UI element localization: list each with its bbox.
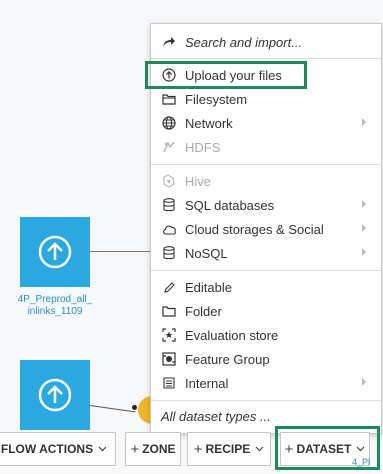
internal-icon <box>161 375 177 391</box>
menu-item-hdfs[interactable]: HDFS <box>151 135 381 159</box>
cloud-icon <box>161 221 177 237</box>
menu-item-hive[interactable]: Hive <box>151 169 381 193</box>
menu-item-nosql[interactable]: NoSQL <box>151 241 381 265</box>
menu-item-label: Search and import... <box>185 34 303 50</box>
dataset-node-label[interactable]: 4P_Preprod_all_ inlinks_1109 <box>10 294 100 318</box>
menu-item-label: HDFS <box>185 139 221 155</box>
chevron-down-icon <box>255 446 264 452</box>
chevron-right-icon <box>362 118 366 126</box>
hdfs-icon <box>161 139 177 155</box>
menu-item-evaluation-store[interactable]: Evaluation store <box>151 323 381 347</box>
menu-item-label: Hive <box>185 173 212 189</box>
menu-item-feature-group[interactable]: Feature Group <box>151 347 381 371</box>
menu-item-sql-databases[interactable]: SQL databases <box>151 193 381 217</box>
plus-icon: + <box>130 440 140 458</box>
zone-label: ZONE <box>142 442 176 456</box>
menu-item-label: NoSQL <box>185 245 228 261</box>
menu-item-label: All dataset types ... <box>161 408 271 424</box>
share-arrow-icon <box>161 34 177 50</box>
node-label-line1: 4P_Preprod_all_ <box>17 294 93 305</box>
menu-item-label: Editable <box>185 279 232 295</box>
menu-divider <box>151 400 381 401</box>
flow-actions-button[interactable]: FLOW ACTIONS <box>0 432 116 466</box>
menu-item-filesystem[interactable]: Filesystem <box>151 87 381 111</box>
menu-item-label: Network <box>185 115 233 131</box>
menu-item-cloud-storages[interactable]: Cloud storages & Social <box>151 217 381 241</box>
menu-divider <box>151 58 381 59</box>
menu-divider <box>151 164 381 165</box>
menu-item-label: Folder <box>185 303 222 319</box>
menu-item-label: SQL databases <box>185 197 275 213</box>
upload-circle-icon <box>38 235 72 269</box>
chevron-right-icon <box>362 248 366 256</box>
evaluation-store-icon <box>161 327 177 343</box>
database-icon <box>161 197 177 213</box>
menu-item-label: Cloud storages & Social <box>185 221 324 237</box>
menu-item-label: Feature Group <box>185 351 270 367</box>
menu-item-all-dataset-types[interactable]: All dataset types ... <box>151 404 381 428</box>
dataset-node-upload-2[interactable] <box>20 360 90 430</box>
plus-icon: + <box>193 440 203 458</box>
nosql-database-icon <box>161 245 177 261</box>
menu-item-search-import[interactable]: Search and import... <box>151 30 381 54</box>
flow-edge <box>89 405 136 413</box>
globe-icon <box>161 115 177 131</box>
menu-item-label: Internal <box>185 375 229 391</box>
folder-icon <box>161 91 177 107</box>
chevron-right-icon <box>362 224 366 232</box>
menu-item-internal[interactable]: Internal <box>151 371 381 395</box>
menu-divider <box>151 270 381 271</box>
pencil-icon <box>161 279 177 295</box>
menu-item-label: Filesystem <box>185 91 248 107</box>
hive-icon <box>161 173 177 189</box>
menu-item-folder[interactable]: Folder <box>151 299 381 323</box>
flow-edge <box>90 251 150 252</box>
highlight-upload-files <box>145 61 307 89</box>
chevron-down-icon <box>98 446 107 452</box>
add-recipe-button[interactable]: + RECIPE <box>187 432 271 466</box>
edge-connector-dot <box>132 405 137 410</box>
node-label-line2: inlinks_1109 <box>27 306 83 317</box>
menu-item-label: Evaluation store <box>185 327 279 343</box>
menu-item-editable[interactable]: Editable <box>151 275 381 299</box>
flow-actions-label: FLOW ACTIONS <box>0 442 94 456</box>
menu-item-network[interactable]: Network <box>151 111 381 135</box>
recipe-label: RECIPE <box>205 442 251 456</box>
folder-outline-icon <box>161 303 177 319</box>
feature-group-icon <box>161 351 177 367</box>
dataset-node-label-partial[interactable]: 4_Pl <box>352 457 370 467</box>
dataset-node-upload[interactable] <box>20 217 90 287</box>
flow-toolbar: FLOW ACTIONS + ZONE + RECIPE + DATASET <box>0 426 383 474</box>
upload-circle-icon <box>38 378 72 412</box>
chevron-right-icon <box>362 378 366 386</box>
chevron-right-icon <box>362 200 366 208</box>
add-zone-button[interactable]: + ZONE <box>125 432 181 466</box>
